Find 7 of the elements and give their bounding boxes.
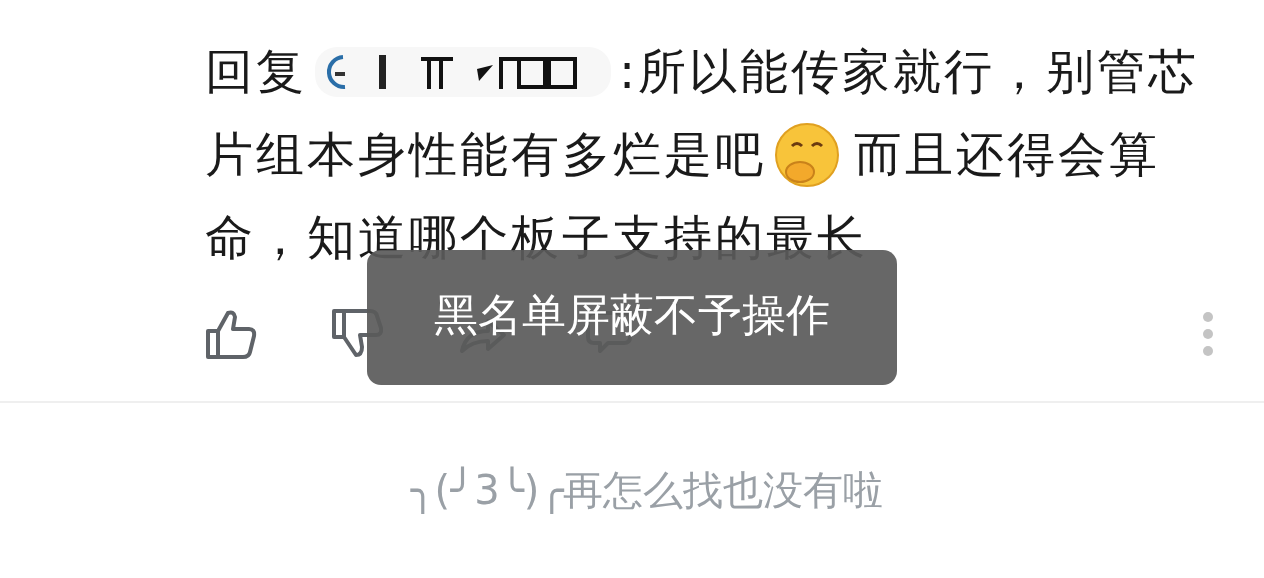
comment-text: 片组本身性能有多烂是吧 (205, 124, 766, 184)
comment-text: :所以能传家就行，别管芯 (619, 41, 1200, 101)
more-icon (1202, 311, 1214, 357)
comment-text: 而且还得会算 (854, 124, 1160, 184)
end-of-list-text: ╮(╯3╰)╭再怎么找也没有啦 (409, 465, 884, 516)
emoji-icon (774, 121, 840, 188)
reply-label: 回复 (205, 41, 307, 101)
